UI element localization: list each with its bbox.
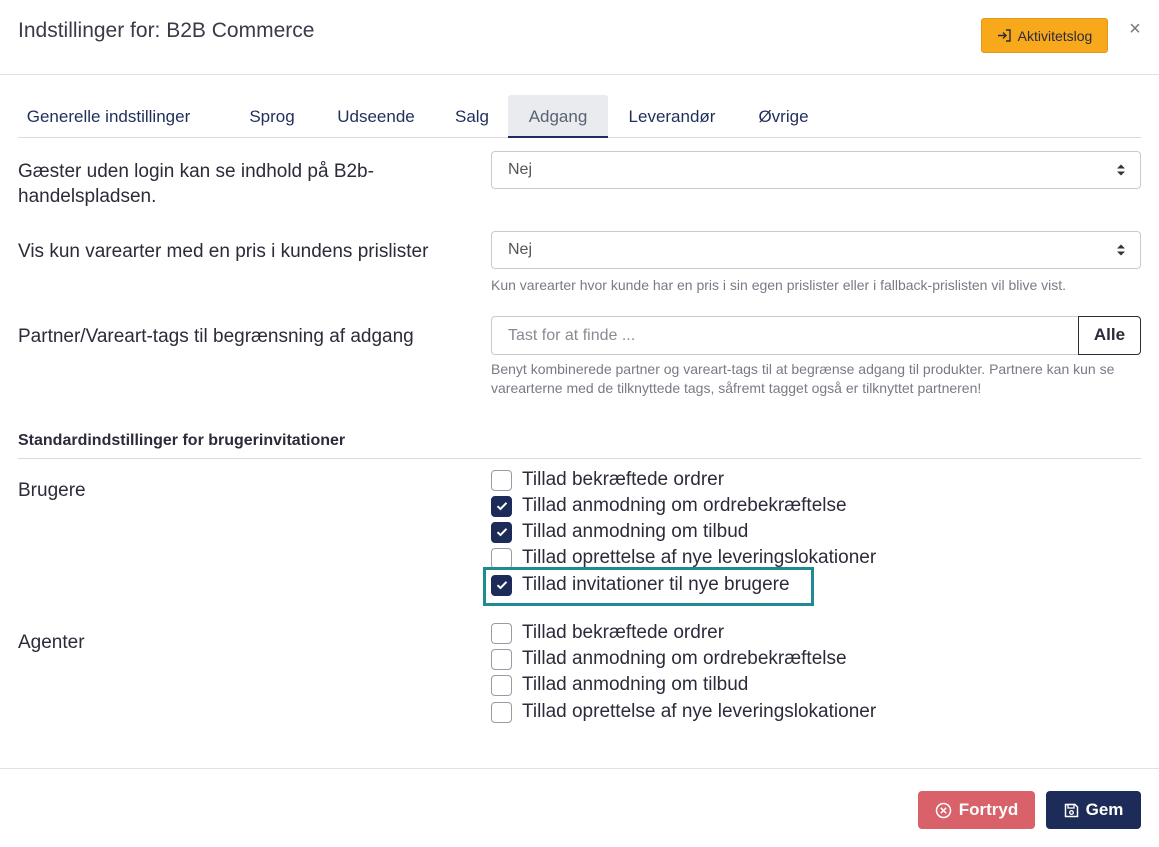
checkbox[interactable] [491, 622, 512, 644]
user-option-confirmed-orders[interactable]: Tillad bekræftede ordrer [491, 468, 724, 492]
agent-option-confirmed-orders[interactable]: Tillad bekræftede ordrer [491, 621, 724, 645]
agent-option-order-confirmation-request[interactable]: Tillad anmodning om ordrebekræftelse [491, 647, 847, 671]
check-icon [496, 581, 507, 590]
tab-udseende[interactable]: Udseende [321, 95, 431, 138]
sign-in-icon [997, 29, 1011, 42]
save-button[interactable]: Gem [1046, 791, 1141, 829]
user-option-quote-request[interactable]: Tillad anmodning om tilbud [491, 520, 748, 544]
checkbox[interactable] [491, 574, 512, 596]
invitations-section-title: Standardindstillinger for brugerinvitati… [18, 432, 346, 449]
save-label: Gem [1085, 800, 1124, 819]
select-arrows-icon [1117, 164, 1125, 176]
tab-salg[interactable]: Salg [442, 95, 502, 138]
all-tags-button[interactable]: Alle [1078, 316, 1141, 355]
agent-option-new-delivery-locations[interactable]: Tillad oprettelse af nye leveringslokati… [491, 700, 876, 724]
pricelist-select[interactable]: Nej [491, 231, 1141, 269]
checkbox[interactable] [491, 469, 512, 491]
pricelist-help-text: Kun varearter hvor kunde har en pris i s… [491, 277, 1067, 293]
checkbox[interactable] [491, 648, 512, 670]
settings-tabs: Generelle indstillinger Sprog Udseende S… [18, 95, 1141, 138]
activity-log-label: Aktivitetslog [1017, 27, 1093, 44]
modal-title: Indstillinger for: B2B Commerce [18, 19, 315, 42]
user-option-invite-new-users[interactable]: Tillad invitationer til nye brugere [491, 573, 790, 597]
close-icon[interactable]: × [1126, 18, 1144, 40]
users-label: Brugere [18, 480, 86, 501]
tab-sprog[interactable]: Sprog [231, 95, 313, 138]
close-circle-icon [935, 802, 951, 818]
agent-option-quote-request[interactable]: Tillad anmodning om tilbud [491, 673, 748, 697]
checkbox[interactable] [491, 521, 512, 543]
agents-label: Agenter [18, 632, 85, 653]
guests-select[interactable]: Nej [491, 151, 1141, 189]
guests-select-value: Nej [508, 161, 533, 178]
check-icon [496, 528, 507, 537]
tab-ovrige[interactable]: Øvrige [746, 95, 821, 138]
select-arrows-icon [1117, 244, 1125, 256]
tab-generelle-indstillinger[interactable]: Generelle indstillinger [18, 95, 199, 138]
checkbox[interactable] [491, 547, 512, 569]
checkbox[interactable] [491, 495, 512, 517]
tab-leverandor[interactable]: Leverandør [616, 95, 728, 138]
section-divider [18, 458, 1141, 459]
modal-header: Indstillinger for: B2B Commerce Aktivite… [0, 0, 1159, 75]
cancel-label: Fortryd [958, 800, 1019, 819]
pricelist-select-value: Nej [508, 241, 533, 258]
tab-adgang[interactable]: Adgang [508, 95, 608, 138]
cancel-button[interactable]: Fortryd [918, 791, 1035, 829]
checkbox[interactable] [491, 674, 512, 696]
checkbox[interactable] [491, 701, 512, 723]
footer-divider [0, 768, 1159, 769]
pricelist-label: Vis kun varearter med en pris i kundens … [18, 241, 429, 262]
floppy-disk-icon [1064, 803, 1078, 817]
tags-label: Partner/Vareart-tags til begrænsning af … [18, 326, 414, 347]
check-icon [496, 502, 507, 511]
activity-log-button[interactable]: Aktivitetslog [981, 18, 1108, 53]
tags-help-text: Benyt kombinerede partner og vareart-tag… [491, 361, 1115, 396]
guests-label: Gæster uden login kan se indhold på B2b-… [18, 161, 374, 207]
user-option-order-confirmation-request[interactable]: Tillad anmodning om ordrebekræftelse [491, 494, 847, 518]
tags-search-input[interactable]: Tast for at finde ... [491, 316, 1079, 355]
